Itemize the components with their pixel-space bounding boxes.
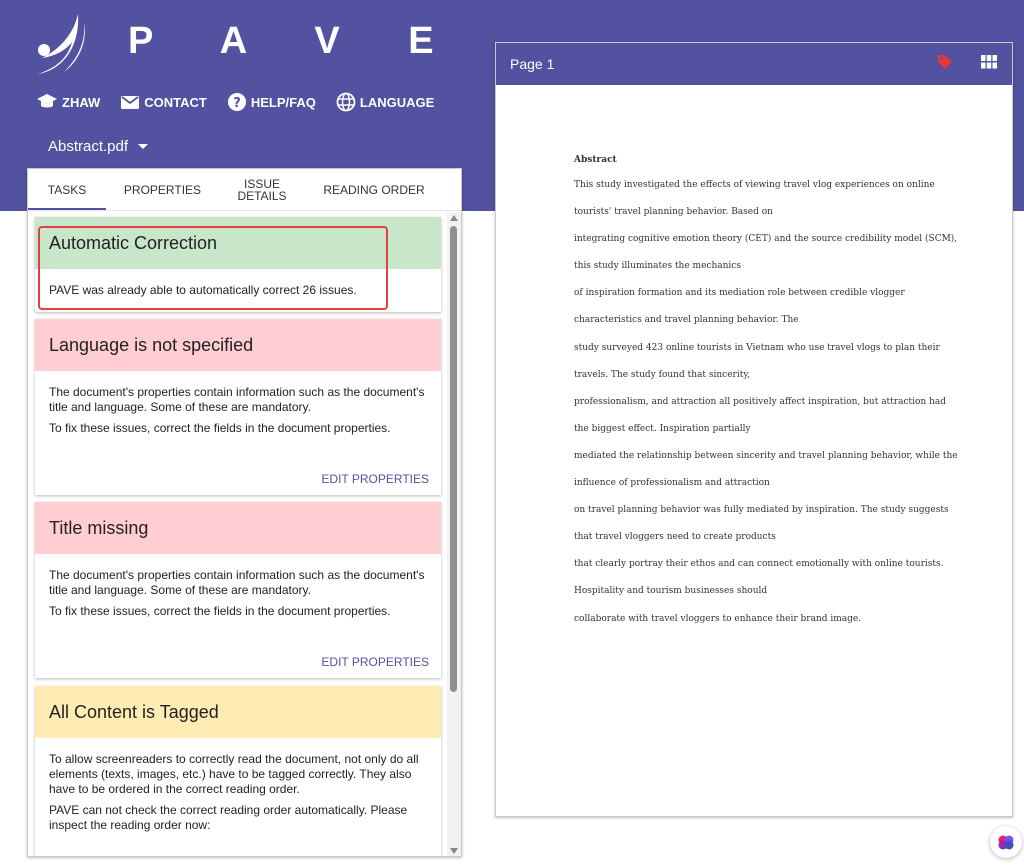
- doc-line: characteristics and travel planning beha…: [574, 315, 799, 326]
- nav-help[interactable]: ? HELP/FAQ: [227, 92, 316, 112]
- brain-icon: [998, 835, 1014, 850]
- nav-zhaw[interactable]: ZHAW: [36, 92, 100, 112]
- doc-line: of inspiration formation and its mediati…: [574, 288, 905, 299]
- card-language-not-specified: Language is not specified The document's…: [35, 319, 441, 495]
- edit-properties-button[interactable]: EDIT PROPERTIES: [321, 655, 429, 669]
- doc-line: this study illuminates the mechanics: [574, 261, 741, 272]
- card-title: Automatic Correction: [35, 217, 441, 269]
- nav-contact[interactable]: CONTACT: [120, 92, 207, 112]
- active-tab-indicator: [28, 208, 106, 210]
- card-title: Language is not specified: [35, 319, 441, 371]
- scroll-down-arrow-icon[interactable]: [450, 848, 458, 854]
- card-text: To fix these issues, correct the fields …: [49, 421, 391, 435]
- pdf-page-content: Abstract This study investigated the eff…: [574, 155, 958, 641]
- pave-logo-icon: [38, 14, 85, 74]
- card-text: PAVE was already able to automatically c…: [49, 283, 357, 297]
- card-all-content-tagged: All Content is Tagged To allow screenrea…: [35, 686, 441, 856]
- tab-tasks[interactable]: TASKS: [28, 184, 106, 196]
- edit-properties-button[interactable]: EDIT PROPERTIES: [321, 472, 429, 486]
- globe-icon: [336, 92, 356, 112]
- doc-line: integrating cognitive emotion theory (CE…: [574, 234, 958, 245]
- doc-line: professionalism, and attraction all posi…: [574, 396, 946, 407]
- nav-contact-label: CONTACT: [144, 94, 207, 110]
- viewer-header: Page 1: [496, 43, 1012, 85]
- doc-lines: This study investigated the effects of v…: [574, 180, 958, 641]
- document-viewer: Page 1 Abstract This study investigated …: [495, 42, 1013, 817]
- grid-icon[interactable]: [981, 55, 997, 69]
- card-text: The document's properties contain inform…: [49, 568, 425, 597]
- mail-icon: [121, 96, 140, 109]
- panel-tabs: TASKS PROPERTIES ISSUE DETAILS READING O…: [28, 169, 461, 211]
- card-automatic-correction: Automatic Correction PAVE was already ab…: [35, 217, 441, 312]
- card-text: The document's properties contain inform…: [49, 385, 425, 414]
- doc-line: the biggest effect. Inspiration partiall…: [574, 423, 751, 434]
- tasks-panel: TASKS PROPERTIES ISSUE DETAILS READING O…: [27, 168, 462, 857]
- task-list: Automatic Correction PAVE was already ab…: [28, 212, 449, 856]
- panel-scrollbar[interactable]: [447, 212, 461, 856]
- card-body: The document's properties contain inform…: [35, 371, 441, 436]
- tab-issue-details[interactable]: ISSUE DETAILS: [230, 178, 294, 202]
- doc-line: on travel planning behavior was fully me…: [574, 505, 949, 516]
- scrollbar-thumb[interactable]: [450, 226, 457, 692]
- chevron-down-icon: [138, 144, 149, 149]
- help-circle-icon: ?: [227, 93, 246, 111]
- nav-language[interactable]: LANGUAGE: [336, 92, 434, 112]
- svg-text:?: ?: [233, 96, 241, 111]
- card-title: Title missing: [35, 502, 441, 554]
- doc-line: Hospitality and tourism businesses shoul…: [574, 586, 768, 597]
- doc-line: This study investigated the effects of v…: [574, 180, 935, 190]
- card-text: To allow screenreaders to correctly read…: [49, 752, 419, 796]
- nav-help-label: HELP/FAQ: [250, 94, 316, 110]
- card-title-missing: Title missing The document's properties …: [35, 502, 441, 678]
- doc-line: tourists' travel planning behavior. Base…: [574, 207, 773, 218]
- doc-line: study surveyed 423 online tourists in Vi…: [574, 342, 940, 353]
- assistant-brain-icon[interactable]: [990, 826, 1022, 858]
- card-body: The document's properties contain inform…: [35, 554, 441, 619]
- doc-line: that clearly portray their ethos and can…: [574, 559, 944, 570]
- card-body: PAVE was already able to automatically c…: [35, 269, 441, 298]
- doc-line: mediated the relationship between sincer…: [574, 450, 958, 461]
- brand-title: P A V E: [128, 20, 463, 62]
- doc-line: collaborate with travel vloggers to enha…: [574, 613, 862, 624]
- file-name: Abstract.pdf: [48, 138, 129, 155]
- top-nav: ZHAW CONTACT ? HELP/FAQ LANGUAGE: [36, 92, 454, 112]
- card-text: PAVE can not check the correct reading o…: [49, 803, 408, 832]
- doc-line: travels. The study found that sincerity,: [574, 369, 751, 380]
- graduation-cap-icon: [37, 94, 57, 108]
- file-select-dropdown[interactable]: Abstract.pdf: [48, 138, 149, 155]
- doc-title: Abstract: [574, 155, 617, 165]
- card-text: To fix these issues, correct the fields …: [49, 604, 391, 618]
- tab-properties[interactable]: PROPERTIES: [120, 184, 205, 196]
- doc-line: that travel vloggers need to create prod…: [574, 532, 776, 543]
- doc-line: influence of professionalism and attract…: [574, 478, 770, 489]
- tag-icon[interactable]: [936, 53, 954, 71]
- page-label: Page 1: [510, 56, 555, 72]
- card-title: All Content is Tagged: [35, 686, 441, 738]
- nav-language-label: LANGUAGE: [359, 94, 435, 110]
- card-body: To allow screenreaders to correctly read…: [35, 738, 441, 833]
- tab-reading-order[interactable]: READING ORDER: [318, 184, 430, 196]
- nav-zhaw-label: ZHAW: [62, 94, 101, 110]
- scroll-up-arrow-icon[interactable]: [450, 215, 458, 221]
